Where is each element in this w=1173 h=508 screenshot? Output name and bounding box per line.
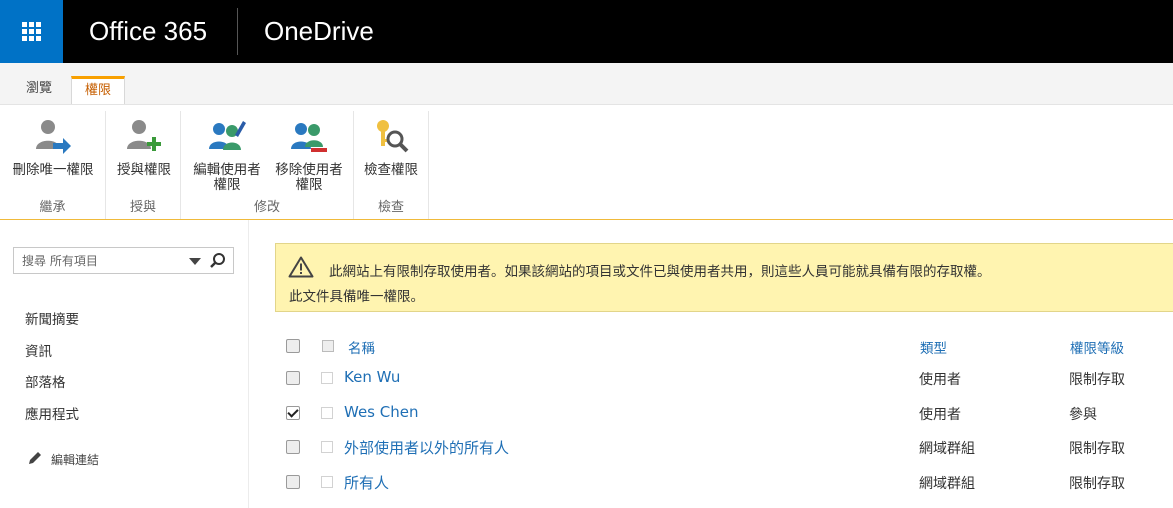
user-add-icon xyxy=(127,120,161,151)
warning-icon xyxy=(288,256,314,278)
row-type: 使用者 xyxy=(919,407,961,423)
user-arrow-icon xyxy=(36,120,71,154)
row-name-link[interactable]: 所有人 xyxy=(344,472,389,493)
row-checkbox[interactable] xyxy=(286,371,300,385)
users-edit-icon xyxy=(209,121,246,150)
table-row: Ken Wu 使用者 限制存取 xyxy=(275,362,1173,396)
row-permission-level: 限制存取 xyxy=(1069,476,1125,492)
ribbon-button-label-line1: 編輯使用者 xyxy=(193,162,261,178)
ribbon-button-label: 授與權限 xyxy=(117,162,171,178)
edit-links-button[interactable]: 編輯連結 xyxy=(27,450,99,468)
row-permission-level: 參與 xyxy=(1069,407,1097,423)
ribbon-button-label-line2: 權限 xyxy=(213,177,241,193)
row-type: 網域群組 xyxy=(919,441,975,457)
suite-divider xyxy=(237,8,238,55)
column-header-level[interactable]: 權限等級 xyxy=(1070,337,1124,357)
ribbon-group-check: 檢查權限 檢查 xyxy=(354,111,429,219)
grant-permissions-button[interactable]: 授與權限 xyxy=(112,117,176,178)
notice-text-line1: 此網站上有限制存取使用者。如果該網站的項目或文件已與使用者共用，則這些人員可能就… xyxy=(329,264,991,280)
row-permission-level: 限制存取 xyxy=(1069,441,1125,457)
row-name-link[interactable]: 外部使用者以外的所有人 xyxy=(344,437,509,458)
delete-unique-permissions-button[interactable]: 刪除唯一權限 xyxy=(5,117,101,178)
app-title[interactable]: OneDrive xyxy=(264,14,374,48)
row-checkbox[interactable] xyxy=(286,475,300,489)
row-checkbox[interactable] xyxy=(286,406,300,420)
edit-links-label: 編輯連結 xyxy=(51,453,100,467)
ribbon-group-label: 授與 xyxy=(129,200,156,215)
ribbon-button-label-line1: 移除使用者 xyxy=(275,162,343,178)
ribbon-tab-bar: 瀏覽 權限 xyxy=(0,63,1173,105)
ribbon-group-label: 繼承 xyxy=(39,200,66,215)
ribbon-group-inheritance: 刪除唯一權限 繼承 xyxy=(0,111,106,219)
nav-item-info[interactable]: 資訊 xyxy=(25,340,52,360)
row-checkbox[interactable] xyxy=(286,440,300,454)
row-name-link[interactable]: Wes Chen xyxy=(344,403,418,421)
table-row: 外部使用者以外的所有人 網域群組 限制存取 xyxy=(275,431,1173,465)
users-remove-icon xyxy=(291,123,327,152)
suite-bar: Office 365 OneDrive xyxy=(0,0,1173,63)
check-permissions-button[interactable]: 檢查權限 xyxy=(359,117,423,178)
select-all-checkbox[interactable] xyxy=(286,339,300,353)
app-launcher-icon[interactable] xyxy=(0,0,63,63)
row-item-checkbox[interactable] xyxy=(321,476,333,488)
pencil-icon xyxy=(29,452,41,464)
nav-item-apps[interactable]: 應用程式 xyxy=(25,403,79,423)
table-row: Wes Chen 使用者 參與 xyxy=(275,397,1173,431)
edit-user-permissions-button[interactable]: 編輯使用者 權限 xyxy=(187,117,267,193)
row-type: 使用者 xyxy=(919,372,961,388)
left-navigation: 新聞摘要 資訊 部落格 應用程式 編輯連結 xyxy=(0,220,249,508)
restricted-access-notice: 此網站上有限制存取使用者。如果該網站的項目或文件已與使用者共用，則這些人員可能就… xyxy=(275,243,1173,312)
row-permission-level: 限制存取 xyxy=(1069,372,1125,388)
ribbon-button-label-line2: 權限 xyxy=(295,177,323,193)
ribbon-group-label: 檢查 xyxy=(377,200,404,215)
row-item-checkbox[interactable] xyxy=(321,407,333,419)
key-magnifier-icon xyxy=(377,120,409,153)
column-header-type[interactable]: 類型 xyxy=(920,337,947,357)
header-item-checkbox[interactable] xyxy=(322,340,334,352)
ribbon-group-grant: 授與權限 授與 xyxy=(106,111,181,219)
nav-item-news[interactable]: 新聞摘要 xyxy=(25,308,79,328)
search-box xyxy=(13,247,234,274)
row-item-checkbox[interactable] xyxy=(321,441,333,453)
notice-text-line2: 此文件具備唯一權限。 xyxy=(289,289,424,305)
tab-browse[interactable]: 瀏覽 xyxy=(13,76,65,104)
ribbon: 刪除唯一權限 繼承 授與權限 授與 編輯使用者 權限 移除使用者 權限 修改 檢… xyxy=(0,104,1173,220)
list-header-row: 名稱 類型 權限等級 xyxy=(275,330,1173,364)
row-item-checkbox[interactable] xyxy=(321,372,333,384)
remove-user-permissions-button[interactable]: 移除使用者 權限 xyxy=(269,117,349,193)
row-type: 網域群組 xyxy=(919,476,975,492)
search-icon[interactable] xyxy=(209,252,227,270)
search-scope-dropdown-icon[interactable] xyxy=(189,258,201,265)
search-input[interactable] xyxy=(22,252,182,270)
ribbon-button-label: 刪除唯一權限 xyxy=(12,162,94,178)
nav-item-blog[interactable]: 部落格 xyxy=(25,371,66,391)
table-row: 所有人 網域群組 限制存取 xyxy=(275,466,1173,500)
ribbon-button-label: 檢查權限 xyxy=(364,162,418,178)
tab-permissions[interactable]: 權限 xyxy=(71,76,126,105)
suite-product-title[interactable]: Office 365 xyxy=(89,14,207,48)
ribbon-group-modify: 編輯使用者 權限 移除使用者 權限 修改 xyxy=(181,111,354,219)
row-name-link[interactable]: Ken Wu xyxy=(344,368,400,386)
ribbon-group-label: 修改 xyxy=(253,200,280,215)
column-header-name[interactable]: 名稱 xyxy=(348,337,375,357)
